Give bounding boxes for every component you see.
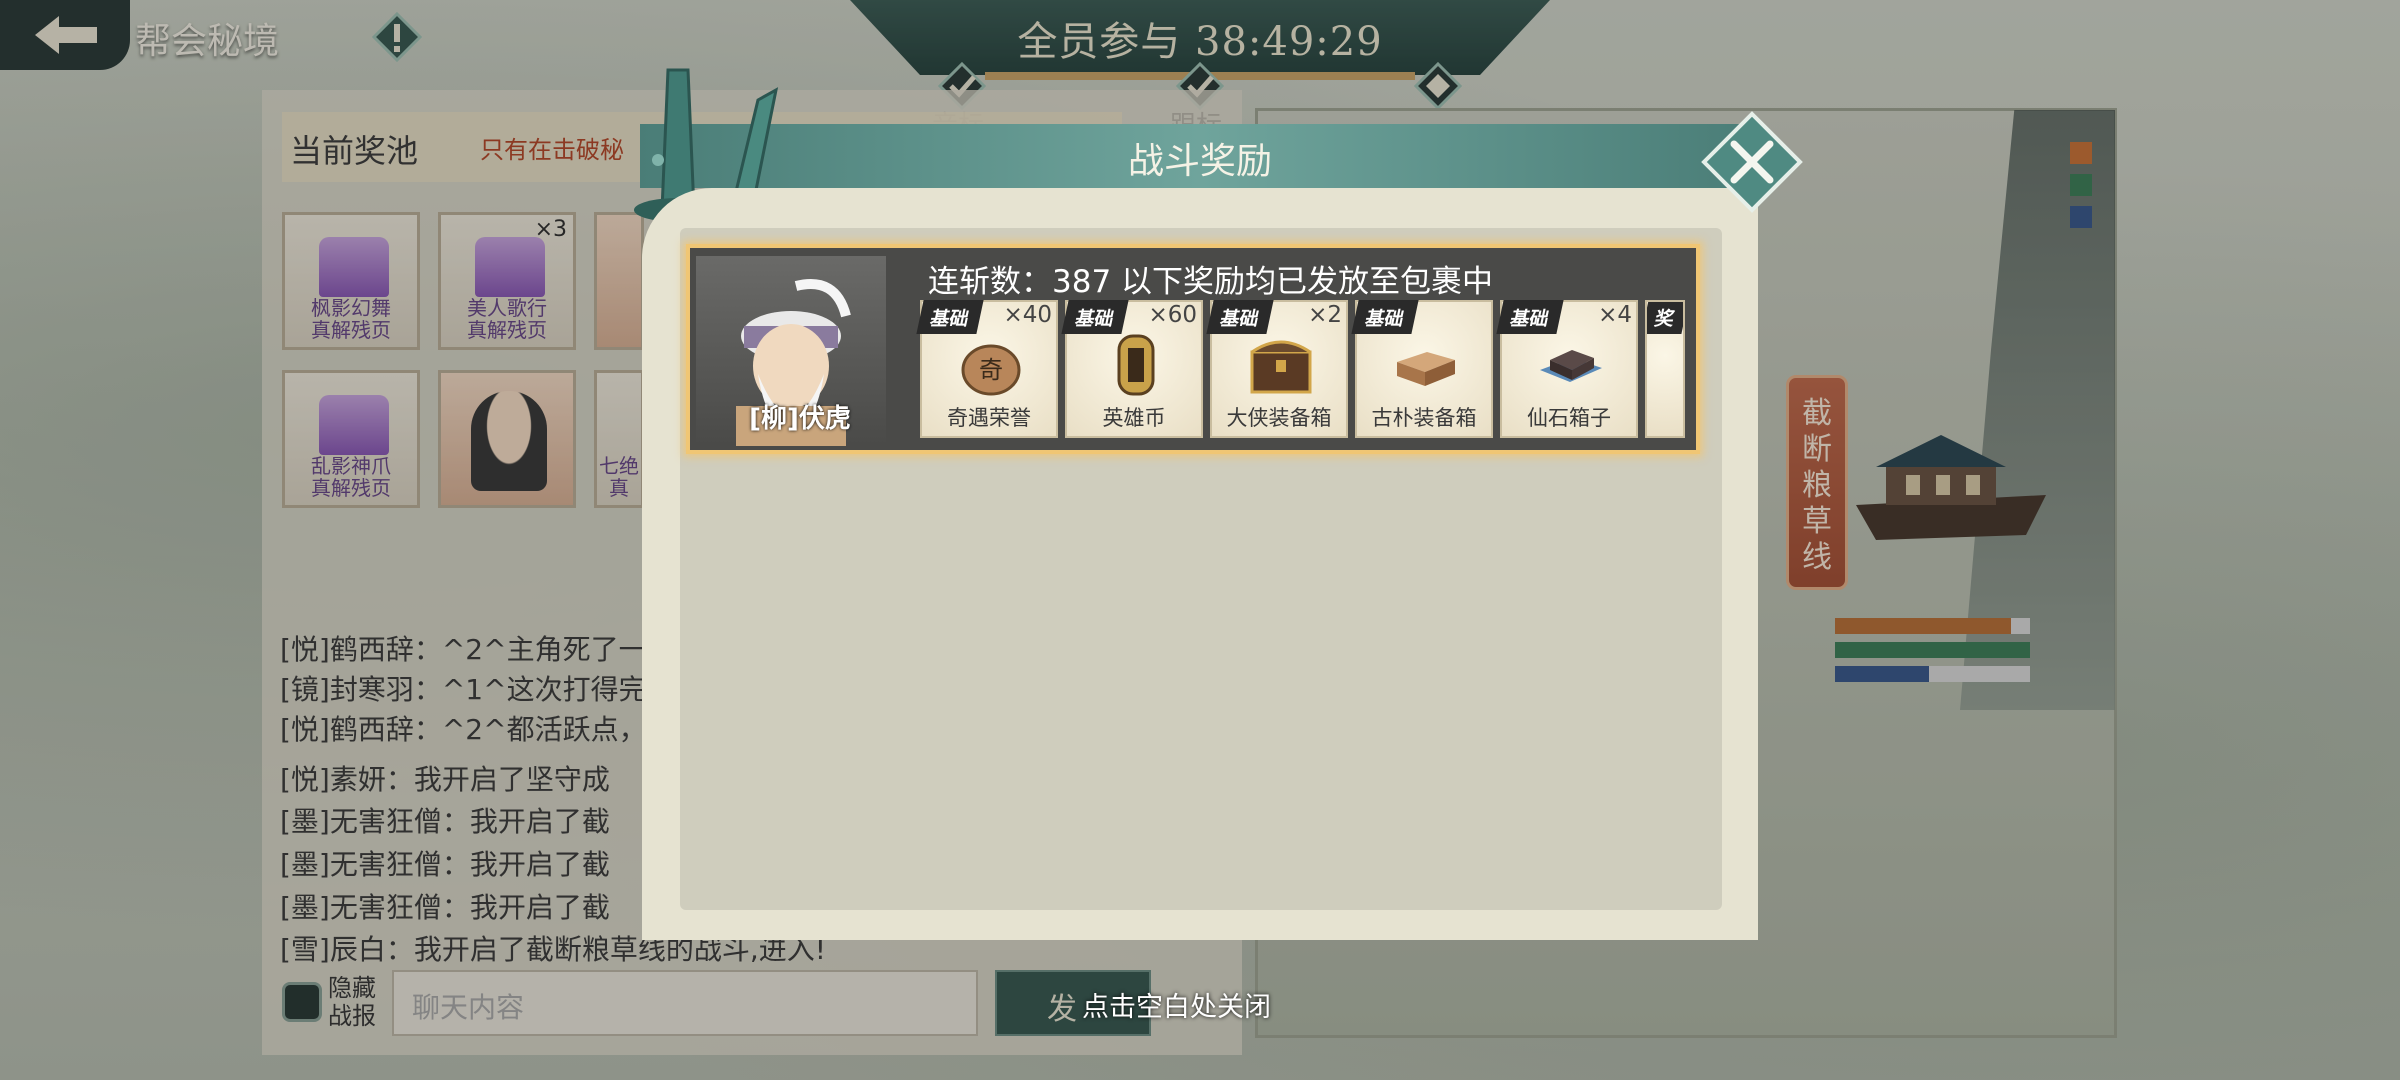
honor-medal-icon: 奇 (961, 344, 1021, 396)
chest-icon (1250, 340, 1312, 394)
wooden-box-icon (1397, 352, 1455, 386)
item-tag: 奖 (1647, 302, 1683, 334)
item-tag: 基础 (1061, 300, 1129, 334)
stone-box-icon (1540, 350, 1602, 382)
hero-name: [柳]伏虎 (749, 404, 851, 434)
item-name: 英雄币 (1102, 406, 1166, 430)
item-qty: ×60 (1148, 302, 1197, 328)
close-hint: 点击空白处关闭 (1082, 992, 1271, 1023)
item-qty: ×2 (1308, 302, 1342, 328)
hero-coin-icon (1117, 334, 1155, 396)
reward-item[interactable]: 基础 ×4 仙石箱子 (1496, 300, 1638, 438)
reward-item[interactable]: 奖 (1645, 300, 1685, 438)
reward-item[interactable]: 基础 ×2 大侠装备箱 (1206, 300, 1348, 438)
item-name: 大侠装备箱 (1226, 406, 1332, 430)
reward-headline: 连斩数：387 以下奖励均已发放至包裹中 (928, 264, 1494, 300)
item-tag: 基础 (1206, 300, 1274, 334)
reward-item[interactable]: 基础 ×60 英雄币 (1061, 300, 1203, 438)
reward-item[interactable]: 基础 ×40 奇 奇遇荣誉 (916, 300, 1058, 438)
close-icon (1701, 111, 1803, 213)
reward-item[interactable]: 基础 古朴装备箱 (1351, 300, 1493, 438)
item-qty: ×4 (1598, 302, 1632, 328)
item-tag: 基础 (1496, 300, 1564, 334)
item-name: 古朴装备箱 (1371, 406, 1477, 430)
modal-title: 战斗奖励 (1127, 141, 1272, 182)
close-button[interactable] (1700, 110, 1804, 214)
svg-text:奇: 奇 (979, 356, 1003, 384)
item-name: 奇遇荣誉 (947, 406, 1031, 430)
item-tag: 基础 (1351, 300, 1419, 334)
item-tag: 基础 (916, 300, 984, 334)
item-name: 仙石箱子 (1527, 406, 1611, 430)
item-qty: ×40 (1003, 302, 1052, 328)
